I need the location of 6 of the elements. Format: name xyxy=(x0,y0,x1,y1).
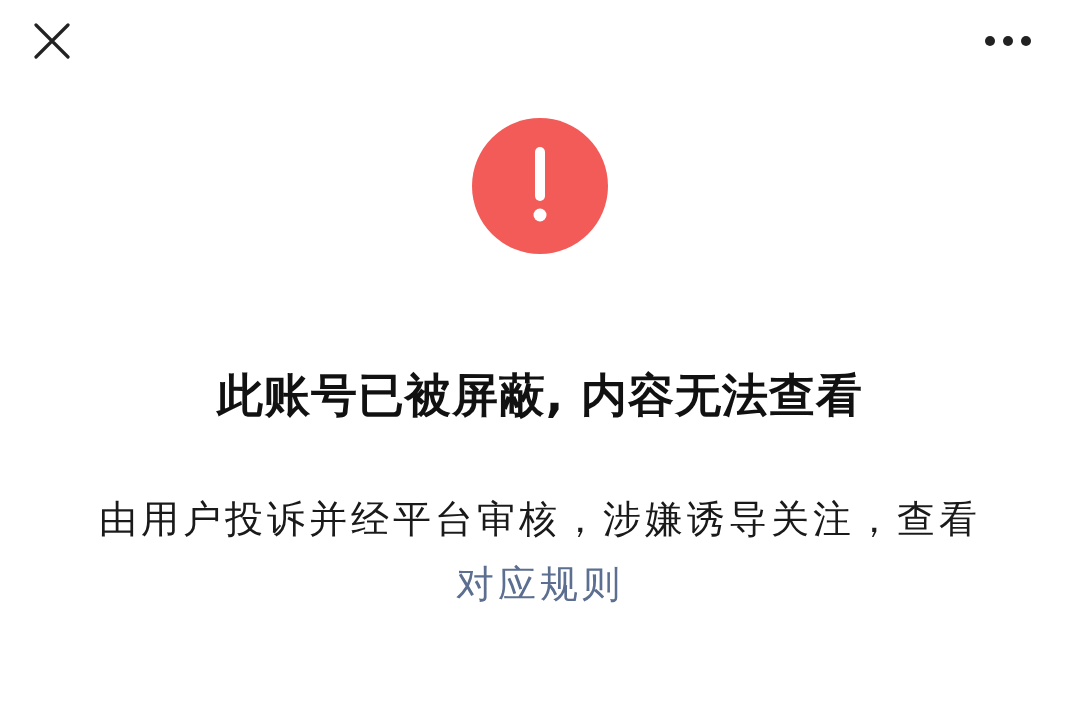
blocked-title: 此账号已被屏蔽, 内容无法查看 xyxy=(216,367,864,424)
close-button[interactable] xyxy=(34,23,70,59)
rules-link[interactable]: 对应规则 xyxy=(456,562,624,606)
more-button[interactable] xyxy=(984,35,1032,47)
block-message: 由用户投诉并经平台审核，涉嫌诱导关注，查看 对应规则 xyxy=(99,496,981,608)
warning-icon xyxy=(471,117,609,255)
